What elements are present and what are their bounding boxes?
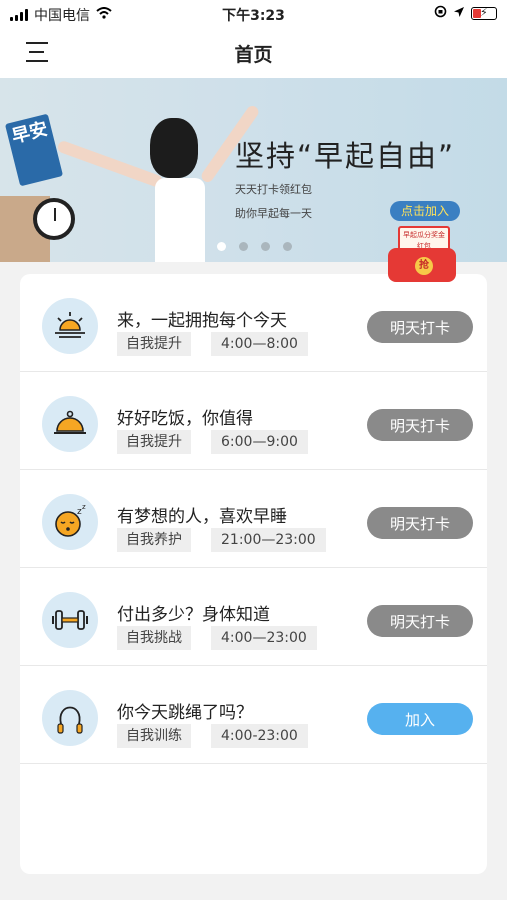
sleeping-face-icon: z z <box>42 494 98 550</box>
carousel-dot[interactable] <box>261 242 270 251</box>
banner-join-button[interactable]: 点击加入 <box>390 201 460 221</box>
join-button[interactable]: 加入 <box>367 703 473 735</box>
task-category-tag: 自我提升 <box>117 332 191 356</box>
carousel-dot[interactable] <box>239 242 248 251</box>
banner-headline: 坚持“早起自由” <box>235 139 456 173</box>
task-title: 有梦想的人，喜欢早睡 <box>117 507 287 527</box>
navigation-bar: 首页 <box>0 28 507 78</box>
svg-text:z: z <box>82 503 86 511</box>
location-icon <box>453 6 465 22</box>
alarm-clock-icon <box>33 198 75 240</box>
status-right: ⚡ <box>434 5 497 22</box>
status-time: 下午3:23 <box>222 8 285 24</box>
task-row[interactable]: 来，一起拥抱每个今天 自我提升 4:00—8:00 明天打卡 <box>20 274 487 372</box>
battery-icon: ⚡ <box>471 6 497 20</box>
banner-woman-illustration <box>56 103 261 262</box>
task-time-range: 4:00—23:00 <box>211 626 317 650</box>
task-row[interactable]: z z 有梦想的人，喜欢早睡 自我养护 21:00—23:00 明天打卡 <box>20 470 487 568</box>
task-category-tag: 自我训练 <box>117 724 191 748</box>
checkin-tomorrow-button[interactable]: 明天打卡 <box>367 311 473 343</box>
task-time-range: 4:00-23:00 <box>211 724 308 748</box>
status-bar: 中国电信 下午3:23 ⚡ <box>0 0 507 28</box>
task-category-tag: 自我养护 <box>117 528 191 552</box>
task-time-range: 21:00—23:00 <box>211 528 326 552</box>
jump-rope-icon <box>42 690 98 746</box>
page-title: 首页 <box>234 44 273 66</box>
carousel-dots[interactable] <box>217 242 292 251</box>
sunrise-icon <box>42 298 98 354</box>
orientation-lock-icon <box>434 5 447 22</box>
checkin-tomorrow-button[interactable]: 明天打卡 <box>367 409 473 441</box>
task-time-range: 4:00—8:00 <box>211 332 308 356</box>
food-cloche-icon <box>42 396 98 452</box>
banner-subtitle-1: 天天打卡领红包 <box>235 183 312 196</box>
task-title: 付出多少？身体知道 <box>117 605 270 625</box>
task-row[interactable]: 付出多少？身体知道 自我挑战 4:00—23:00 明天打卡 <box>20 568 487 666</box>
banner-subtitle-2: 助你早起每一天 <box>235 207 312 220</box>
task-title: 好好吃饭，你值得 <box>117 409 253 429</box>
checkin-tomorrow-button[interactable]: 明天打卡 <box>367 605 473 637</box>
carousel-dot[interactable] <box>217 242 226 251</box>
task-list-card: 来，一起拥抱每个今天 自我提升 4:00—8:00 明天打卡 好好吃饭，你值得 … <box>20 274 487 874</box>
task-row[interactable]: 好好吃饭，你值得 自我提升 6:00—9:00 明天打卡 <box>20 372 487 470</box>
dumbbell-icon <box>42 592 98 648</box>
good-morning-sign: 早安 <box>4 113 64 187</box>
task-category-tag: 自我挑战 <box>117 626 191 650</box>
task-title: 你今天跳绳了吗？ <box>117 703 253 723</box>
checkin-tomorrow-button[interactable]: 明天打卡 <box>367 507 473 539</box>
red-packet-badge[interactable]: 早起瓜分奖金红包 抢 <box>388 226 458 284</box>
task-time-range: 6:00—9:00 <box>211 430 308 454</box>
carousel-dot[interactable] <box>283 242 292 251</box>
task-title: 来，一起拥抱每个今天 <box>117 311 287 331</box>
grab-coin-icon: 抢 <box>415 257 433 275</box>
task-row[interactable]: 你今天跳绳了吗？ 自我训练 4:00-23:00 加入 <box>20 666 487 764</box>
task-category-tag: 自我提升 <box>117 430 191 454</box>
